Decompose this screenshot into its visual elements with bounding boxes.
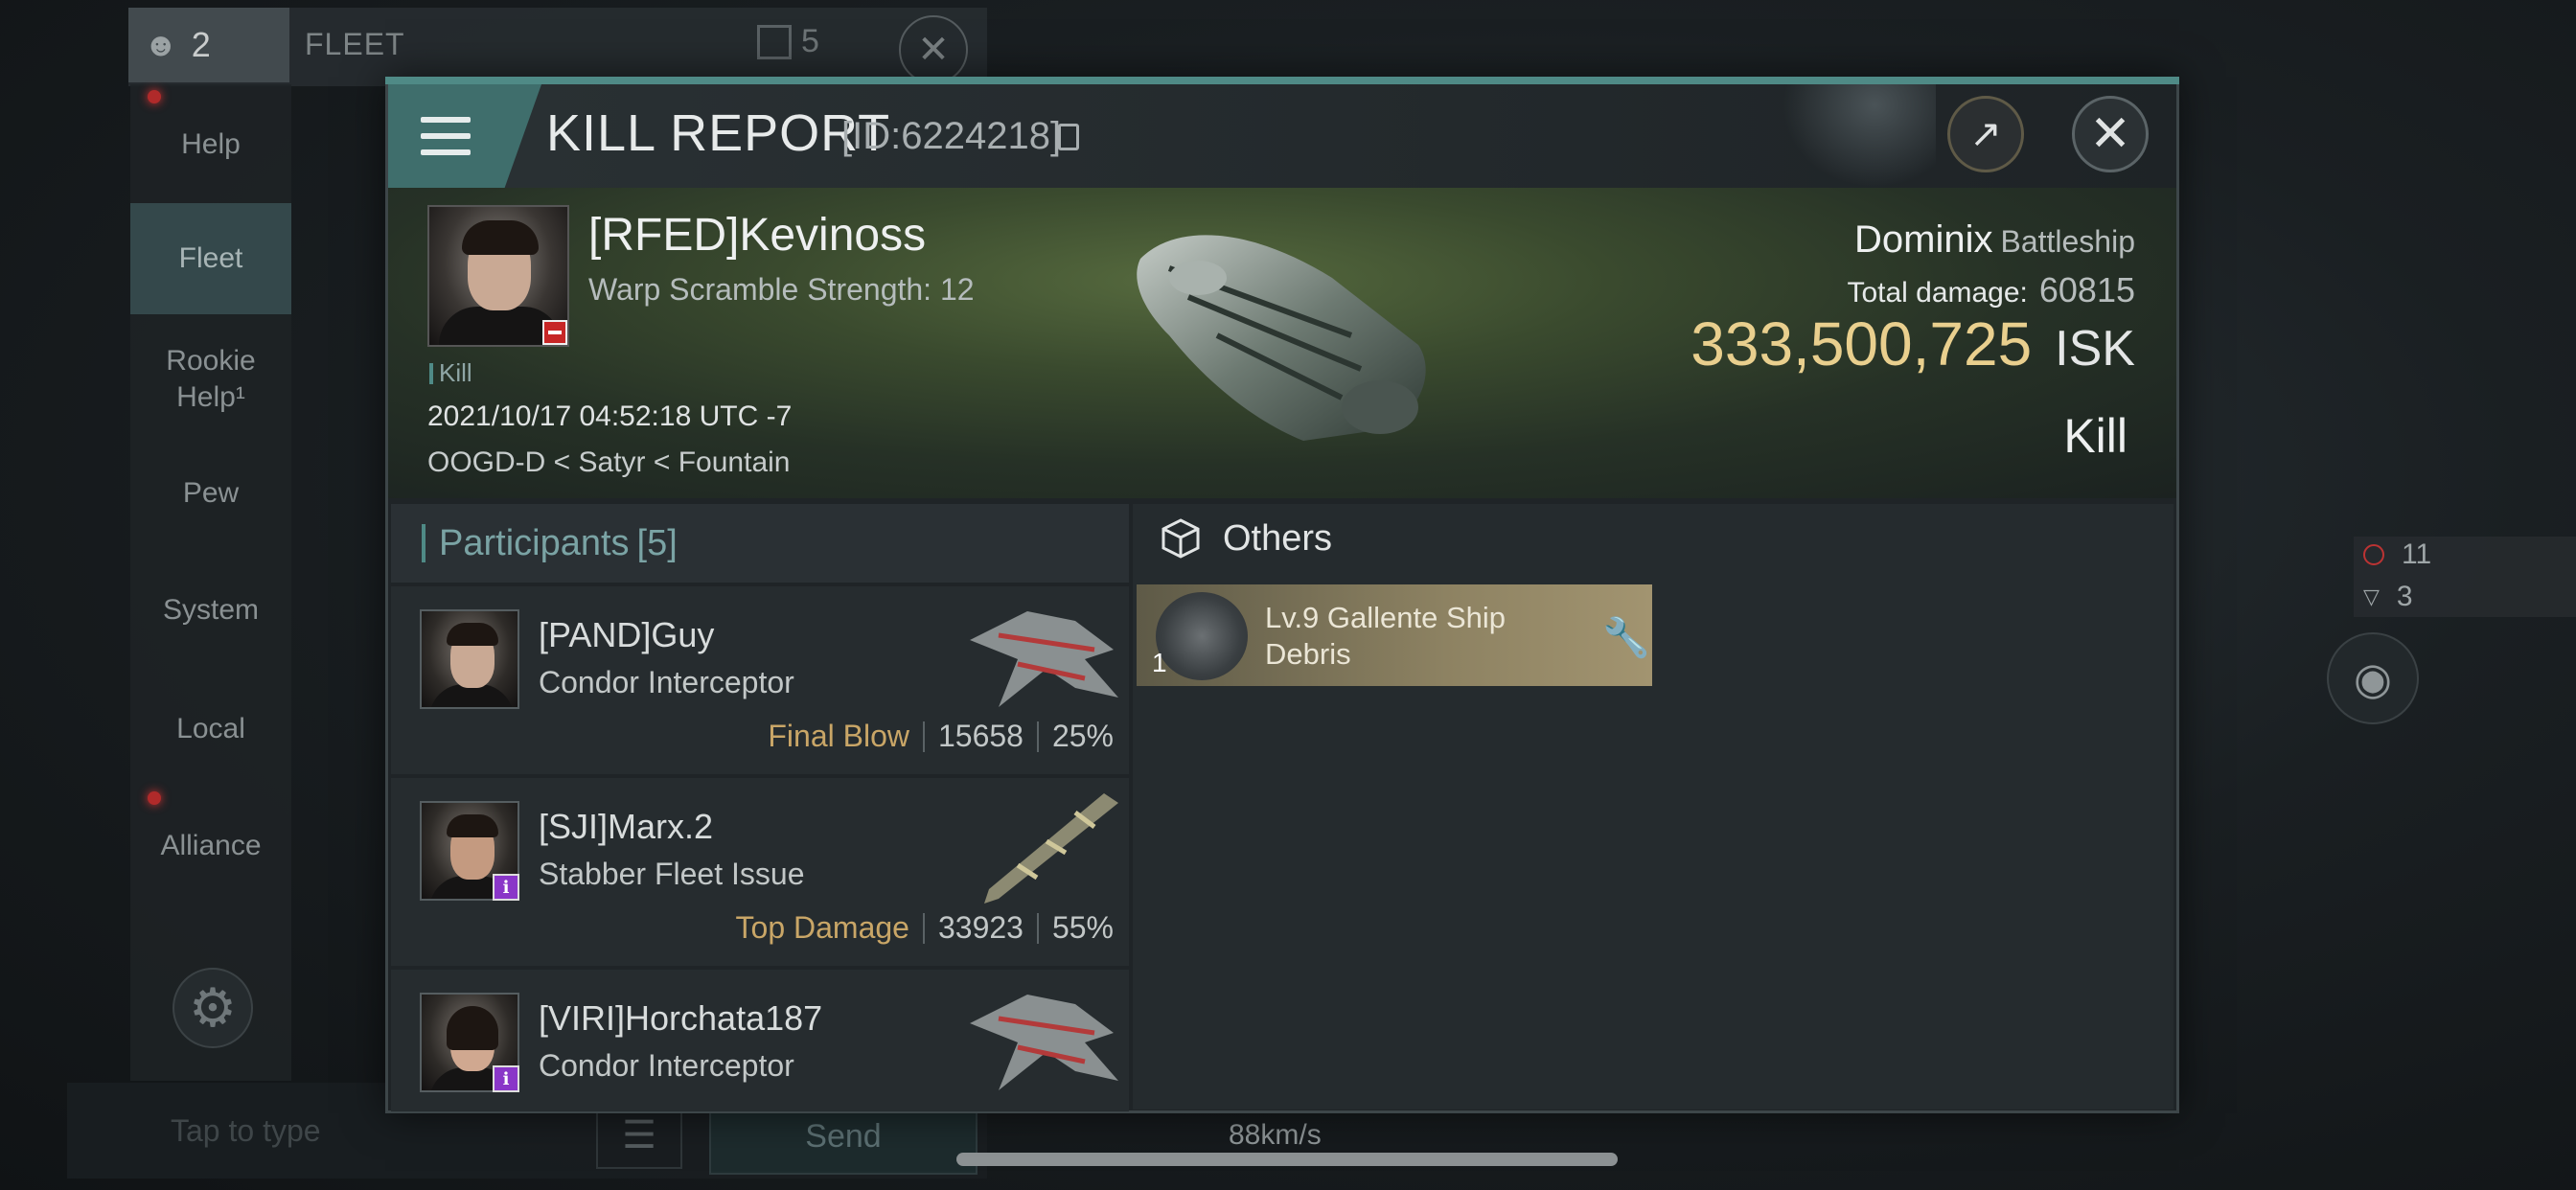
participant-ship-image	[970, 995, 1118, 1090]
participant-ship: Condor Interceptor	[539, 665, 794, 699]
victim-ship-name: Dominix Battleship	[1853, 218, 2135, 261]
participant-percent: 25%	[1051, 719, 1114, 753]
participant-name[interactable]: [PAND]Guy	[539, 615, 714, 655]
participant-ship-image	[970, 611, 1118, 707]
gear-icon: ⚙	[188, 977, 238, 1038]
dialog-accent-bar	[385, 77, 2179, 84]
crew-count-button[interactable]: ☻ 2	[128, 8, 289, 82]
header-decoration	[1782, 84, 1936, 188]
participant-ship: Stabber Fleet Issue	[539, 857, 805, 891]
cargo-box-icon	[1162, 518, 1200, 559]
loot-quantity: 1	[1152, 648, 1167, 677]
close-button[interactable]: ✕	[2072, 96, 2149, 172]
fleet-channel-label: FLEET	[305, 27, 405, 61]
share-icon: ↗	[1969, 113, 2002, 155]
hostile-standing-icon	[542, 320, 567, 345]
victim-ship-image	[1137, 235, 1426, 441]
participant-percent: 55%	[1051, 910, 1114, 945]
sidebar-item-help[interactable]: Help	[130, 126, 291, 163]
sidebar-item-fleet[interactable]: Fleet	[130, 203, 291, 314]
chat-close-button[interactable]: ✕	[899, 15, 968, 84]
top-damage-tag: Top Damage	[735, 910, 909, 945]
corp-role-icon: ℹ	[493, 874, 519, 901]
chat-settings-button[interactable]: ⚙	[172, 968, 253, 1048]
participant-ship: Condor Interceptor	[539, 1048, 794, 1083]
kill-location: OOGD-D < Satyr < Fountain	[427, 446, 791, 478]
hud-hostile-count[interactable]: 11	[2363, 538, 2431, 571]
overview-toggle-button[interactable]: ◉	[2327, 632, 2419, 724]
isk-value: 333,500,725	[1690, 309, 2033, 378]
sidebar-item-rookie-help[interactable]: Rookie Help¹	[130, 343, 291, 416]
sidebar-item-system[interactable]: System	[130, 592, 291, 629]
unread-indicator	[148, 791, 161, 805]
participants-count: [5]	[636, 522, 678, 563]
sidebar-item-pew[interactable]: Pew	[130, 475, 291, 512]
filter-icon: ▽	[2363, 584, 2380, 608]
close-icon: ✕	[917, 29, 950, 71]
participant-row[interactable]: ℹ [SJI]Marx.2 Stabber Fleet Issue Top Da…	[391, 778, 1129, 966]
total-damage-value: 60815	[2038, 270, 2135, 309]
isk-unit: ISK	[2055, 321, 2135, 377]
participant-damage: 33923	[937, 910, 1024, 945]
sidebar-item-local[interactable]: Local	[130, 711, 291, 747]
hud-overview-count[interactable]: ▽ 3	[2363, 581, 2413, 613]
member-count-button[interactable]: 5	[757, 23, 819, 60]
chat-input[interactable]: Tap to type	[171, 1113, 321, 1149]
warp-scramble-strength: Warp Scramble Strength: 12	[588, 272, 975, 307]
final-blow-tag: Final Blow	[768, 719, 909, 753]
participant-name[interactable]: [VIRI]Horchata187	[539, 998, 822, 1039]
participant-avatar[interactable]	[420, 609, 519, 709]
home-indicator[interactable]	[956, 1153, 1618, 1166]
participants-list[interactable]: [PAND]Guy Condor Interceptor Final Blow …	[391, 586, 1129, 1111]
participant-stats: Top Damage 33923 55%	[736, 910, 1114, 946]
participant-damage: 15658	[937, 719, 1024, 753]
chat-sidebar: Help Fleet Rookie Help¹ Pew System Local…	[130, 84, 291, 1081]
eye-icon: ◉	[2353, 653, 2393, 703]
sidebar-item-alliance[interactable]: Alliance	[130, 828, 291, 864]
report-id: [ID:6224218]	[841, 115, 1062, 157]
participant-row[interactable]: [PAND]Guy Condor Interceptor Final Blow …	[391, 586, 1129, 774]
ship-class: Battleship	[2000, 224, 2135, 259]
menu-icon: ☰	[622, 1114, 656, 1156]
unread-indicator	[148, 90, 161, 103]
chat-window-icon	[757, 24, 792, 59]
corp-role-icon: ℹ	[493, 1065, 519, 1092]
share-button[interactable]: ↗	[1947, 96, 2024, 172]
ship-speed: 88km/s	[1229, 1119, 1322, 1151]
isk-value-row: 333,500,725 ISK	[1428, 309, 2135, 379]
crew-count: 2	[191, 25, 211, 64]
close-icon: ✕	[2089, 106, 2131, 162]
kill-timestamp: 2021/10/17 04:52:18 UTC -7	[427, 400, 793, 432]
total-damage: Total damage: 60815	[1847, 270, 2135, 309]
page-title: KILL REPORT	[546, 104, 891, 162]
others-header: Others	[1160, 517, 1332, 560]
hamburger-icon	[421, 117, 471, 155]
victim-name[interactable]: [RFED]Kevinoss	[588, 209, 926, 262]
kill-tag: Kill	[429, 358, 472, 388]
wrench-icon[interactable]: 🔧	[1602, 615, 1650, 660]
ship-debris-icon	[1156, 592, 1248, 680]
person-icon: ☻	[144, 26, 178, 63]
participant-name[interactable]: [SJI]Marx.2	[539, 807, 713, 847]
loot-name: Lv.9 Gallente Ship Debris	[1265, 601, 1506, 671]
participant-ship-image	[984, 793, 1118, 904]
result-label: Kill	[2063, 409, 2128, 463]
hostile-icon	[2363, 544, 2384, 565]
copy-icon[interactable]	[1058, 124, 1079, 150]
participants-header: Participants [5]	[391, 504, 1129, 583]
participant-row[interactable]: ℹ [VIRI]Horchata187 Condor Interceptor	[391, 970, 1129, 1111]
participant-stats: Final Blow 15658 25%	[768, 719, 1114, 754]
